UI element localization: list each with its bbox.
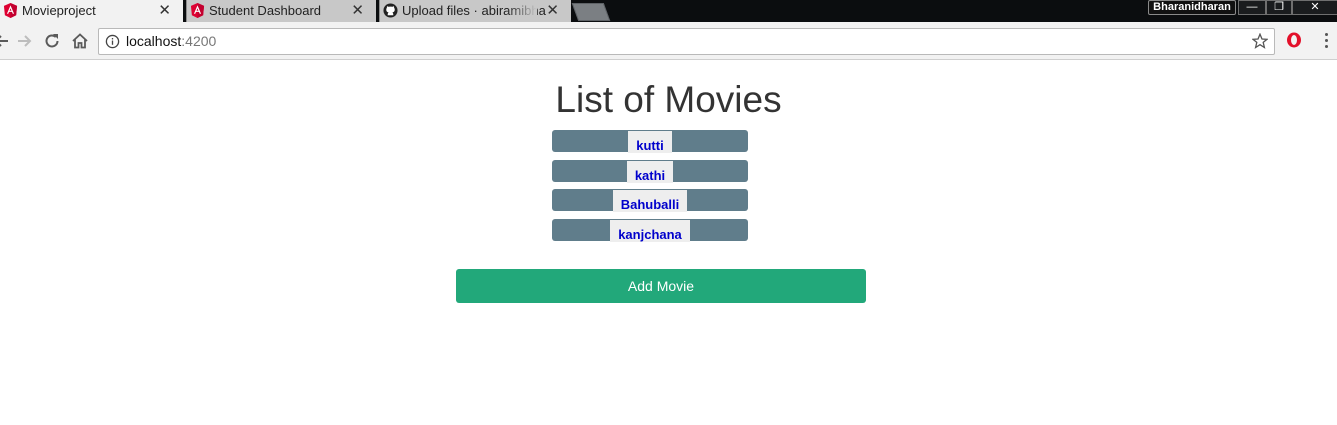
url-host: localhost bbox=[126, 33, 182, 49]
list-item: Bahuballi bbox=[552, 189, 748, 212]
info-icon[interactable] bbox=[105, 34, 120, 49]
maximize-button[interactable]: ❐ bbox=[1266, 0, 1292, 15]
list-item: kanjchana bbox=[552, 218, 748, 242]
page-title: List of Movies bbox=[555, 79, 782, 120]
kebab-menu-icon[interactable] bbox=[1325, 33, 1329, 49]
close-window-button[interactable]: ✕ bbox=[1292, 0, 1337, 15]
new-tab-button[interactable] bbox=[571, 3, 611, 21]
list-item: kutti bbox=[552, 130, 748, 153]
back-arrow-icon[interactable] bbox=[0, 31, 12, 51]
movie-list: kutti kathi Bahuballi kanjchana bbox=[552, 130, 748, 248]
tab-close-icon[interactable]: ✕ bbox=[351, 0, 364, 21]
profile-button[interactable]: Bharanidharan bbox=[1148, 0, 1236, 15]
minimize-button[interactable]: — bbox=[1238, 0, 1266, 15]
tab-close-icon[interactable]: ✕ bbox=[546, 0, 559, 21]
reload-icon[interactable] bbox=[42, 31, 62, 51]
tab-close-icon[interactable]: ✕ bbox=[158, 0, 171, 21]
url-port: :4200 bbox=[181, 33, 217, 49]
opera-icon[interactable] bbox=[1286, 32, 1302, 48]
tab-movieproject[interactable]: Movieproject ✕ bbox=[0, 0, 183, 22]
tab-upload-files[interactable]: Upload files · abiramibha ✕ bbox=[379, 0, 571, 22]
forward-arrow-icon[interactable] bbox=[14, 31, 34, 51]
angular-icon bbox=[190, 3, 205, 18]
movie-link[interactable]: kathi bbox=[626, 160, 674, 183]
angular-icon bbox=[3, 3, 18, 18]
browser-toolbar: localhost:4200 bbox=[0, 22, 1337, 60]
list-item: kathi bbox=[552, 159, 748, 183]
movie-link[interactable]: kanjchana bbox=[610, 219, 690, 242]
github-icon bbox=[383, 3, 398, 18]
add-movie-button[interactable]: Add Movie bbox=[456, 269, 866, 303]
tab-title: Student Dashboard bbox=[209, 3, 322, 18]
tab-student-dashboard[interactable]: Student Dashboard ✕ bbox=[186, 0, 376, 22]
address-bar[interactable]: localhost:4200 bbox=[98, 28, 1275, 55]
tab-title: Movieproject bbox=[22, 3, 96, 18]
url-text: localhost:4200 bbox=[126, 29, 216, 54]
tab-strip: Movieproject ✕ Student Dashboard ✕ Uploa… bbox=[0, 0, 1337, 22]
home-icon[interactable] bbox=[70, 31, 90, 51]
movie-link[interactable]: Bahuballi bbox=[612, 190, 688, 212]
movie-link[interactable]: kutti bbox=[628, 131, 672, 153]
star-icon[interactable] bbox=[1252, 33, 1268, 49]
